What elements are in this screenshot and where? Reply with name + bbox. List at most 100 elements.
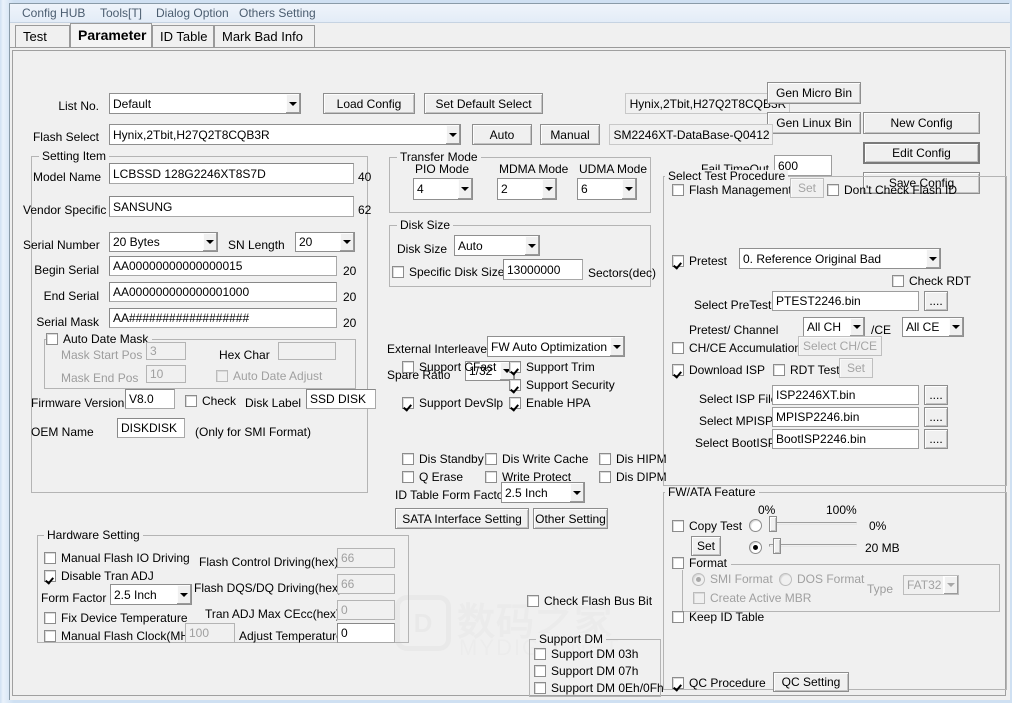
browse-isp-file-button[interactable]: .... [924,385,948,405]
gen-micro-bin-button[interactable]: Gen Micro Bin [767,82,861,104]
edit-config-button[interactable]: Edit Config [863,142,980,164]
disk-size-combo[interactable]: Auto [454,235,540,256]
support-dm-03h-checkbox[interactable]: Support DM 03h [534,647,638,661]
form-factor-combo[interactable]: 2.5 Inch [110,584,192,605]
chevron-down-icon[interactable] [457,179,472,199]
dis-standby-checkbox[interactable]: Dis Standby [402,452,484,466]
slider-thumb[interactable] [769,516,777,532]
fix-device-temperature-checkbox[interactable]: Fix Device Temperature [44,611,188,625]
format-type-combo[interactable]: FAT32 [903,575,959,595]
model-name-input[interactable]: LCBSSD 128G2246XT8S7D [109,163,354,184]
dont-check-flash-id-checkbox[interactable]: Don't Check Flash ID [827,183,957,197]
smi-format-radio[interactable]: SMI Format [692,572,773,586]
id-table-form-factor-combo[interactable]: 2.5 Inch [501,482,585,503]
tab-id-table[interactable]: ID Table [152,25,214,47]
manual-button[interactable]: Manual [540,124,600,145]
keep-id-table-checkbox[interactable]: Keep ID Table [672,610,764,624]
disable-tran-adj-checkbox[interactable]: Disable Tran ADJ [44,569,154,583]
flash-management-set-button[interactable]: Set [790,178,824,198]
pretest-combo[interactable]: 0. Reference Original Bad [739,248,941,269]
copy-test-slider-2[interactable] [769,538,857,554]
list-no-combo[interactable]: Default [109,93,301,114]
auto-date-mask-checkbox[interactable]: Auto Date Mask [46,332,153,346]
ce-combo[interactable]: All CE [902,317,964,337]
udma-mode-combo[interactable]: 6 [577,178,637,200]
browse-mpisp-button[interactable]: .... [924,407,948,427]
dos-format-radio[interactable]: DOS Format [779,572,864,586]
chevron-down-icon[interactable] [948,318,963,336]
chevron-down-icon[interactable] [202,233,217,251]
support-security-checkbox[interactable]: Support Security [509,378,615,392]
specific-disk-size-input[interactable]: 13000000 [503,259,583,280]
tab-parameter[interactable]: Parameter [70,23,152,47]
vendor-specific-input[interactable]: SANSUNG [109,196,354,217]
rdt-test-checkbox[interactable]: RDT Test [773,363,840,377]
hex-char-input[interactable] [278,342,336,360]
copy-test-set-button[interactable]: Set [691,536,721,556]
support-dm-07h-checkbox[interactable]: Support DM 07h [534,664,638,678]
mdma-mode-combo[interactable]: 2 [497,178,557,200]
serial-mask-input[interactable]: AA################## [109,308,337,328]
select-chce-button[interactable]: Select CH/CE [798,336,882,356]
auto-date-adjust-checkbox[interactable]: Auto Date Adjust [216,369,322,383]
check-firmware-checkbox[interactable]: Check [185,394,236,408]
select-pretest-input[interactable]: PTEST2246.bin [772,291,919,311]
qc-procedure-checkbox[interactable]: QC Procedure [672,676,766,690]
check-rdt-checkbox[interactable]: Check RDT [892,274,971,288]
support-dm-0eh0fh-checkbox[interactable]: Support DM 0Eh/0Fh [534,681,664,695]
chevron-down-icon[interactable] [285,94,300,113]
flash-management-checkbox[interactable]: Flash Management [672,183,792,197]
menu-config-hub[interactable]: Config HUB [18,6,89,21]
menu-others-setting[interactable]: Others Setting [235,6,320,21]
sn-length-combo[interactable]: 20 [295,232,355,252]
manual-flash-io-driving-checkbox[interactable]: Manual Flash IO Driving [44,551,190,565]
chevron-down-icon[interactable] [445,125,460,144]
menu-tools[interactable]: Tools[T] [96,6,146,21]
select-mpisp-input[interactable]: MPISP2246.bin [772,407,919,427]
tab-mark-bad-info[interactable]: Mark Bad Info [214,25,315,47]
firmware-version-input[interactable]: V8.0 [125,389,175,409]
tran-adj-max-cecc-input[interactable]: 0 [337,600,395,620]
support-cfast-checkbox[interactable]: Support CFast [402,360,496,374]
chevron-down-icon[interactable] [176,585,191,604]
chevron-down-icon[interactable] [609,337,624,356]
disk-label-input[interactable]: SSD DISK [306,389,376,409]
browse-bootisp-button[interactable]: .... [924,429,948,449]
begin-serial-input[interactable]: AA00000000000000015 [109,256,337,276]
copy-test-radio-2[interactable] [749,541,767,554]
download-isp-checkbox[interactable]: Download ISP [672,363,765,377]
external-interleave-combo[interactable]: FW Auto Optimization [487,336,625,357]
mask-end-pos-input[interactable]: 10 [146,365,186,383]
auto-button[interactable]: Auto [472,124,532,145]
enable-hpa-checkbox[interactable]: Enable HPA [509,396,590,410]
chevron-down-icon[interactable] [849,318,864,336]
chevron-down-icon[interactable] [943,576,958,594]
dis-dipm-checkbox[interactable]: Dis DIPM [599,470,667,484]
flash-select-combo[interactable]: Hynix,2Tbit,H27Q2T8CQB3R [109,124,461,145]
flash-control-driving-input[interactable]: 66 [337,548,395,568]
chevron-down-icon[interactable] [541,179,556,199]
check-flash-bus-bit-checkbox[interactable]: Check Flash Bus Bit [527,594,652,608]
dis-write-cache-checkbox[interactable]: Dis Write Cache [485,452,588,466]
mask-start-pos-input[interactable]: 3 [146,342,186,360]
pretest-channel-combo[interactable]: All CH [803,317,865,337]
specific-disk-size-checkbox[interactable]: Specific Disk Size [392,265,504,279]
chce-accumulation-checkbox[interactable]: CH/CE Accumulation [672,341,801,355]
q-erase-checkbox[interactable]: Q Erase [402,470,463,484]
copy-test-slider-1[interactable] [769,516,857,532]
end-serial-input[interactable]: AA000000000000001000 [109,282,337,302]
new-config-button[interactable]: New Config [863,112,980,134]
menu-dialog-option[interactable]: Dialog Option [152,6,233,21]
load-config-button[interactable]: Load Config [323,93,415,114]
chevron-down-icon[interactable] [621,179,636,199]
chevron-down-icon[interactable] [925,249,940,268]
serial-number-combo[interactable]: 20 Bytes [109,232,218,252]
copy-test-checkbox[interactable]: Copy Test [672,519,742,533]
flash-dqs-dq-driving-input[interactable]: 66 [337,574,395,594]
manual-flash-clock-checkbox[interactable]: Manual Flash Clock(MHz) [44,629,199,643]
browse-pretest-button[interactable]: .... [924,291,948,311]
support-devslp-checkbox[interactable]: Support DevSlp [402,396,503,410]
sata-interface-setting-button[interactable]: SATA Interface Setting [395,508,529,529]
pio-mode-combo[interactable]: 4 [413,178,473,200]
chevron-down-icon[interactable] [569,483,584,502]
